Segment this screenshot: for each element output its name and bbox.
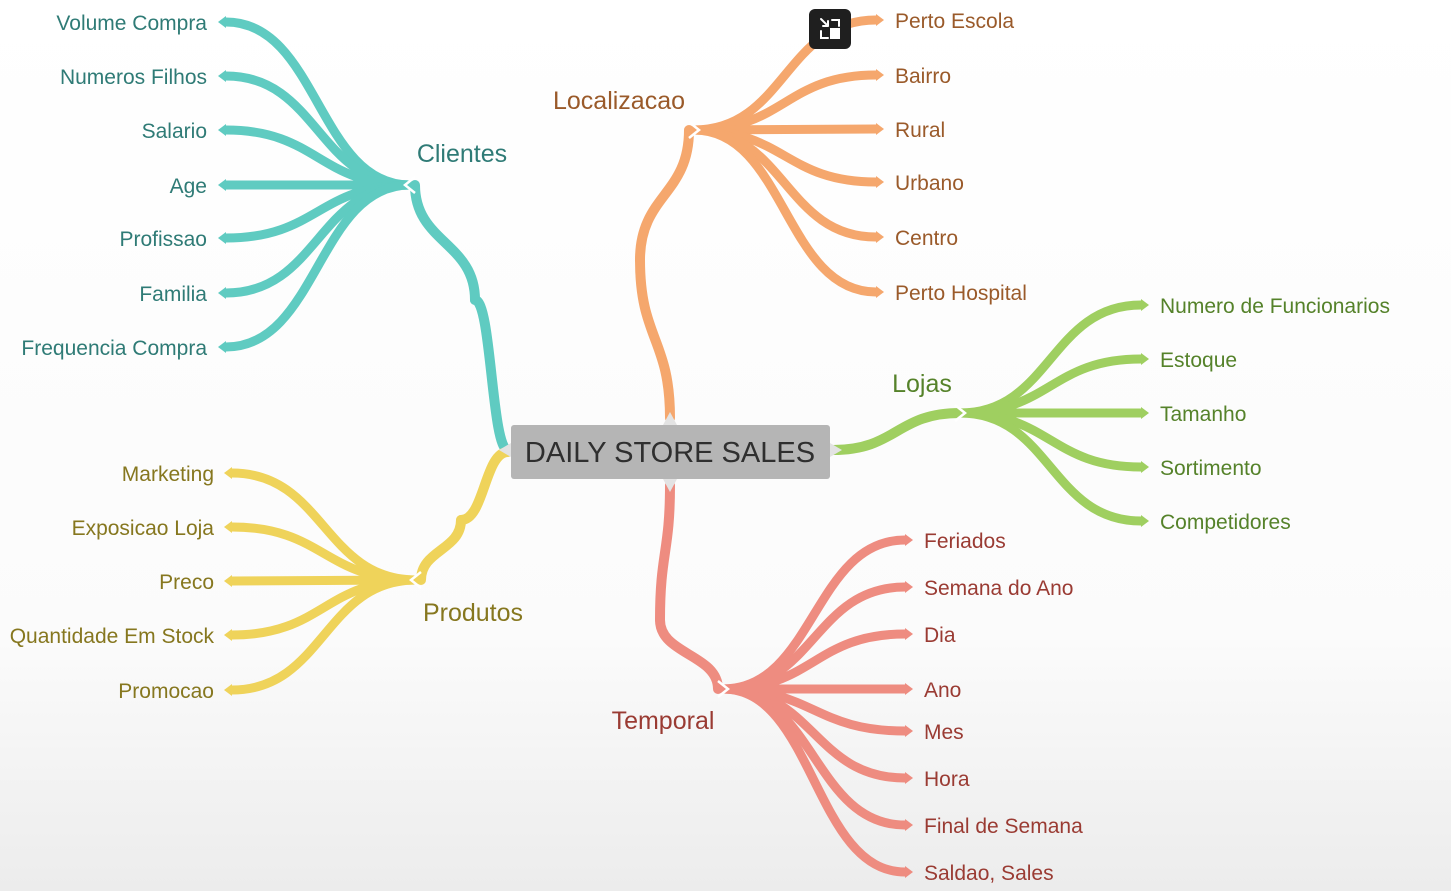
exit-fullscreen-button[interactable]: [809, 9, 851, 49]
root-title: DAILY STORE SALES: [525, 437, 815, 469]
branch-tip: [905, 628, 913, 640]
branch-tip: [905, 772, 913, 784]
localizacao-item[interactable]: Rural: [895, 119, 945, 142]
branch-tip: [224, 629, 232, 641]
branch-tip: [905, 683, 913, 695]
localizacao-item[interactable]: Perto Escola: [895, 10, 1014, 33]
produtos-trunk-lower: [416, 515, 466, 585]
branch-tip: [1141, 461, 1149, 473]
branch-tip: [876, 231, 884, 243]
clientes-item[interactable]: Numeros Filhos: [60, 66, 207, 89]
lojas-item[interactable]: Numero de Funcionarios: [1160, 295, 1390, 318]
lojas-item[interactable]: Estoque: [1160, 349, 1237, 372]
temporal-item[interactable]: Dia: [924, 624, 956, 647]
branch-tip: [1141, 353, 1149, 365]
branch-tip: [1141, 299, 1149, 311]
temporal-branch: [718, 684, 910, 877]
clientes-item[interactable]: Frequencia Compra: [21, 337, 207, 360]
localizacao-item[interactable]: Urbano: [895, 172, 964, 195]
lojas-item[interactable]: Competidores: [1160, 511, 1291, 534]
temporal-item[interactable]: Mes: [924, 721, 964, 744]
produtos-item[interactable]: Quantidade Em Stock: [10, 625, 215, 648]
branch-tip: [224, 684, 232, 696]
branch-tip: [876, 286, 884, 298]
clientes-trunk: [470, 295, 513, 455]
temporal-item[interactable]: Semana do Ano: [924, 577, 1073, 600]
produtos-trunk: [456, 447, 513, 525]
branch-tip: [876, 69, 884, 81]
lojas-item[interactable]: Tamanho: [1160, 403, 1246, 426]
mind-map: DAILY STORE SALES Volume Compra Numeros F…: [10, 10, 1390, 885]
branch-tip: [905, 725, 913, 737]
branch-tip: [218, 179, 226, 191]
temporal-item[interactable]: Feriados: [924, 530, 1006, 553]
localizacao-item[interactable]: Bairro: [895, 65, 951, 88]
branch-tip: [218, 232, 226, 244]
lojas-trunk: [828, 408, 965, 455]
branch-tip: [905, 866, 913, 878]
localizacao-item[interactable]: Perto Hospital: [895, 282, 1027, 305]
temporal-item[interactable]: Ano: [924, 679, 961, 702]
branch-tip: [218, 287, 226, 299]
clientes-item[interactable]: Salario: [142, 120, 207, 143]
branch-tip: [1141, 407, 1149, 419]
branch-tip: [218, 124, 226, 136]
branch-tip: [224, 467, 232, 479]
produtos-item[interactable]: Marketing: [122, 463, 214, 486]
topic-localizacao[interactable]: Localizacao: [553, 87, 685, 115]
topic-clientes[interactable]: Clientes: [417, 140, 507, 168]
topic-temporal[interactable]: Temporal: [612, 707, 715, 735]
branch-tip: [218, 70, 226, 82]
clientes-item[interactable]: Volume Compra: [56, 12, 207, 35]
temporal-item[interactable]: Saldao, Sales: [924, 862, 1054, 885]
produtos-item[interactable]: Preco: [159, 571, 214, 594]
localizacao-item[interactable]: Centro: [895, 227, 958, 250]
branch-tip: [876, 123, 884, 135]
branch-tip: [905, 581, 913, 593]
temporal-trunk-lower: [655, 615, 723, 694]
root-node[interactable]: DAILY STORE SALES: [499, 412, 842, 492]
clientes-item[interactable]: Familia: [139, 283, 207, 306]
exit-fullscreen-icon: [820, 18, 840, 39]
branch-tip: [224, 521, 232, 533]
temporal-trunk: [655, 480, 675, 625]
branch-tip: [224, 575, 232, 587]
branch-tip: [905, 534, 913, 546]
clientes-trunk-upper: [410, 180, 480, 305]
localizacao-trunk: [635, 255, 675, 423]
temporal-item[interactable]: Hora: [924, 768, 970, 791]
branch-tip: [876, 176, 884, 188]
topic-lojas[interactable]: Lojas: [892, 370, 952, 398]
branch-tip: [1141, 515, 1149, 527]
produtos-item[interactable]: Promocao: [118, 680, 214, 703]
localizacao-trunk-upper: [635, 125, 694, 265]
clientes-item[interactable]: Age: [170, 175, 207, 198]
branch-tip: [905, 819, 913, 831]
temporal-item[interactable]: Final de Semana: [924, 815, 1083, 838]
branch-tip: [218, 341, 226, 353]
branch-tip: [218, 16, 226, 28]
produtos-item[interactable]: Exposicao Loja: [72, 517, 215, 540]
clientes-item[interactable]: Profissao: [119, 228, 207, 251]
topic-produtos[interactable]: Produtos: [423, 599, 523, 627]
branch-tip: [876, 14, 884, 26]
lojas-item[interactable]: Sortimento: [1160, 457, 1262, 480]
